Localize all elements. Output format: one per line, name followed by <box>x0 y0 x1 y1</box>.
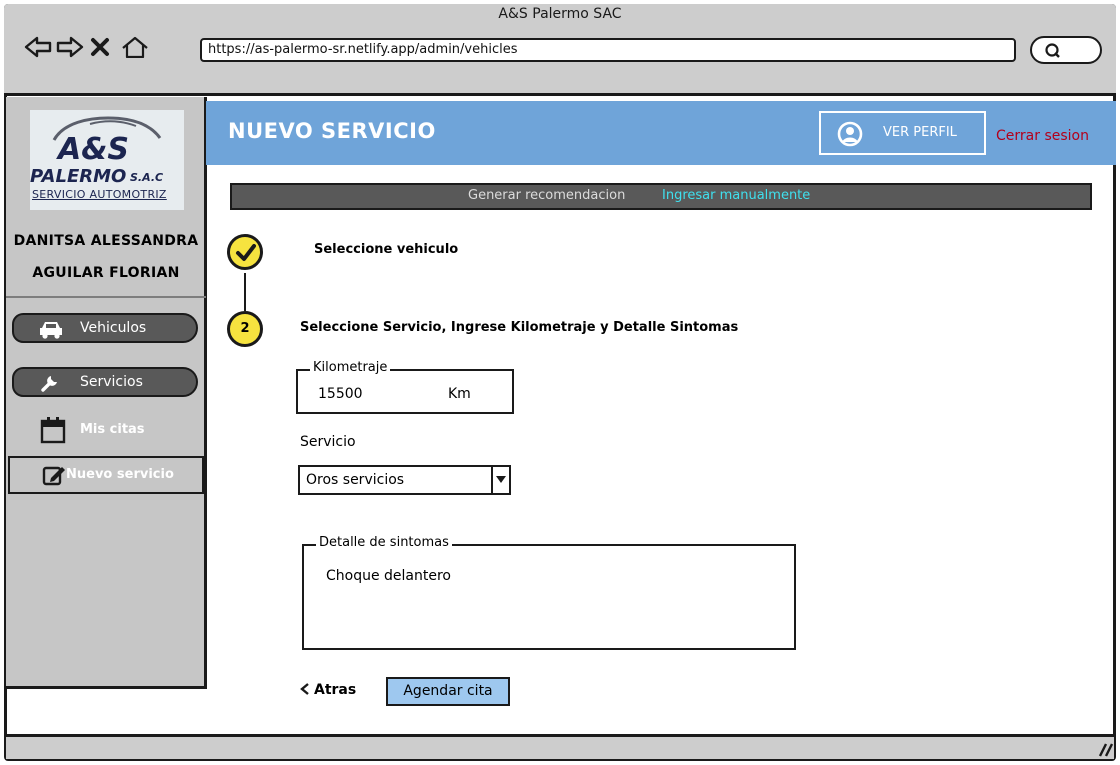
check-icon <box>236 244 256 261</box>
edit-icon <box>42 466 65 486</box>
sidebar-item-nuevo-servicio[interactable]: Nuevo servicio <box>8 456 204 494</box>
window-title: A&S Palermo SAC <box>498 6 622 22</box>
symptoms-legend: Detalle de sintomas <box>316 535 452 550</box>
home-icon[interactable] <box>120 36 150 58</box>
sidebar-item-mis-citas[interactable]: Mis citas <box>38 416 198 446</box>
tab-bar <box>230 183 1092 210</box>
km-legend: Kilometraje <box>310 360 391 375</box>
step-2-marker: 2 <box>227 311 263 347</box>
user-last-name: AGUILAR FLORIAN <box>32 265 180 281</box>
service-label: Servicio <box>300 434 356 450</box>
browser-search[interactable] <box>1030 36 1102 64</box>
sidebar-item-label: Servicios <box>80 374 143 390</box>
km-fieldset[interactable]: 15500 Km <box>296 369 514 414</box>
step-1-label: Seleccione vehiculo <box>314 242 459 257</box>
stop-icon[interactable] <box>88 36 112 58</box>
sidebar-item-servicios[interactable]: Servicios <box>12 367 198 397</box>
service-selected-value: Oros servicios <box>306 472 405 488</box>
tab-manual-entry[interactable]: Ingresar manualmente <box>662 188 810 203</box>
km-input[interactable]: 15500 <box>318 386 363 402</box>
logo-tagline: SERVICIO AUTOMOTRIZ <box>32 188 167 201</box>
view-profile-button[interactable]: VER PERFIL <box>819 111 986 155</box>
search-icon <box>1045 43 1060 58</box>
km-unit: Km <box>448 386 471 402</box>
view-profile-label: VER PERFIL <box>883 125 957 140</box>
step-2-label: Seleccione Servicio, Ingrese Kilometraje… <box>300 320 739 335</box>
user-first-name: DANITSA ALESSANDRA <box>13 233 199 249</box>
car-icon <box>40 322 62 339</box>
logo-suffix: S.A.C <box>130 171 164 184</box>
user-avatar-icon <box>837 121 863 147</box>
sidebar-divider <box>6 296 206 298</box>
chevron-left-icon <box>300 683 309 695</box>
back-arrow-icon[interactable] <box>24 36 52 58</box>
logo-letters: A&S <box>58 132 129 167</box>
chevron-down-icon <box>496 476 506 483</box>
sidebar-item-vehiculos[interactable]: Vehiculos <box>12 313 198 343</box>
sidebar-item-label: Vehiculos <box>80 320 147 336</box>
page-title: NUEVO SERVICIO <box>228 119 436 143</box>
company-logo: A&S PALERMO S.A.C SERVICIO AUTOMOTRIZ <box>30 110 184 210</box>
sidebar-item-label: Mis citas <box>80 422 145 437</box>
symptoms-textarea[interactable]: Choque delantero <box>326 568 451 584</box>
tab-generate-recommendation[interactable]: Generar recomendacion <box>468 188 625 203</box>
step-1-marker <box>227 234 263 270</box>
browser-status-bar <box>6 734 1114 759</box>
calendar-icon <box>40 417 66 444</box>
service-select[interactable]: Oros servicios <box>298 465 511 495</box>
logout-link[interactable]: Cerrar sesion <box>996 128 1089 144</box>
resize-grip-icon[interactable] <box>1096 742 1114 758</box>
back-link[interactable]: Atras <box>300 682 356 698</box>
url-bar[interactable]: https://as-palermo-sr.netlify.app/admin/… <box>200 38 1016 62</box>
forward-arrow-icon[interactable] <box>56 36 84 58</box>
step-connector <box>244 273 246 311</box>
back-label: Atras <box>314 682 357 698</box>
service-dropdown-button[interactable] <box>491 467 509 493</box>
schedule-appointment-button[interactable]: Agendar cita <box>386 677 510 706</box>
sidebar-item-label: Nuevo servicio <box>66 467 174 482</box>
step-2-number: 2 <box>240 321 250 336</box>
wrench-icon <box>41 376 57 392</box>
symptoms-fieldset[interactable]: Choque delantero <box>302 544 796 650</box>
logo-name: PALERMO <box>30 166 127 187</box>
